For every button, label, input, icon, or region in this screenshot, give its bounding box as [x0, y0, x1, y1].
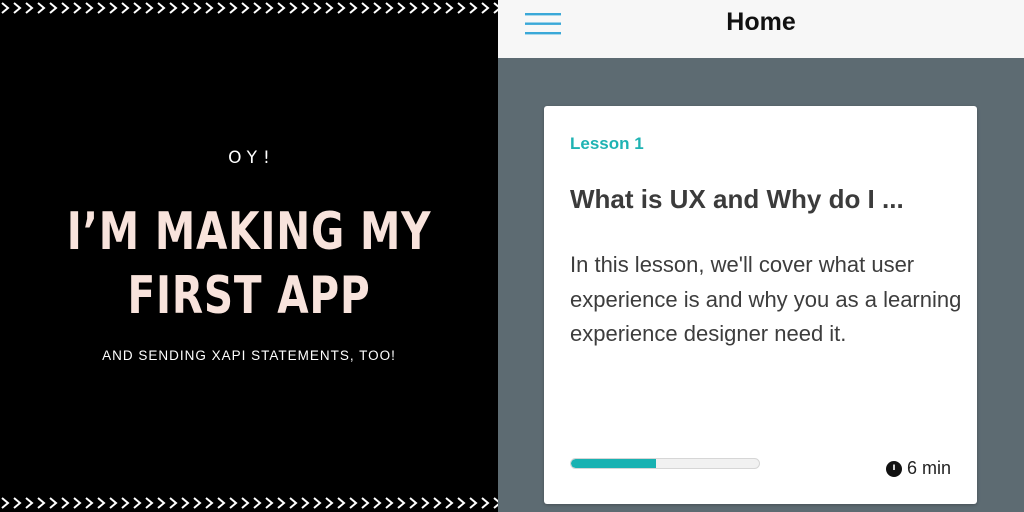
- promo-headline-line-1: I’M MAKING MY: [66, 202, 432, 262]
- nav-bar: Home: [498, 0, 1024, 58]
- lesson-duration-text: 6 min: [906, 458, 951, 478]
- lesson-title: What is UX and Why do I ...: [570, 184, 904, 214]
- lesson-card[interactable]: Lesson 1 What is UX and Why do I ... In …: [544, 106, 977, 504]
- lesson-number-label: Lesson 1: [570, 134, 644, 153]
- promo-headline-line-2: FIRST APP: [127, 266, 371, 326]
- promo-eyebrow: OY!: [228, 148, 276, 168]
- chevron-border-bottom: [1, 497, 498, 509]
- composite-image: OY! I’M MAKING MY FIRST APP AND SENDING …: [0, 0, 1024, 512]
- app-screen: Home Lesson 1 What is UX and Why do I ..…: [498, 0, 1024, 512]
- lesson-duration: 6 min: [885, 458, 951, 479]
- page-title: Home: [726, 8, 796, 36]
- lesson-description: In this lesson, we'll cover what user ex…: [570, 252, 962, 346]
- menu-button[interactable]: [522, 8, 564, 40]
- promo-subheadline: AND SENDING XAPI STATEMENTS, TOO!: [102, 348, 396, 363]
- chevron-border-top: [1, 2, 498, 14]
- lesson-progress-fill: [571, 459, 656, 468]
- promo-headline: I’M MAKING MY FIRST APP: [55, 200, 443, 328]
- hamburger-menu-icon: [525, 13, 561, 35]
- promo-panel: OY! I’M MAKING MY FIRST APP AND SENDING …: [0, 0, 498, 512]
- clock-icon: [885, 460, 902, 477]
- lesson-progress-bar: [570, 458, 760, 469]
